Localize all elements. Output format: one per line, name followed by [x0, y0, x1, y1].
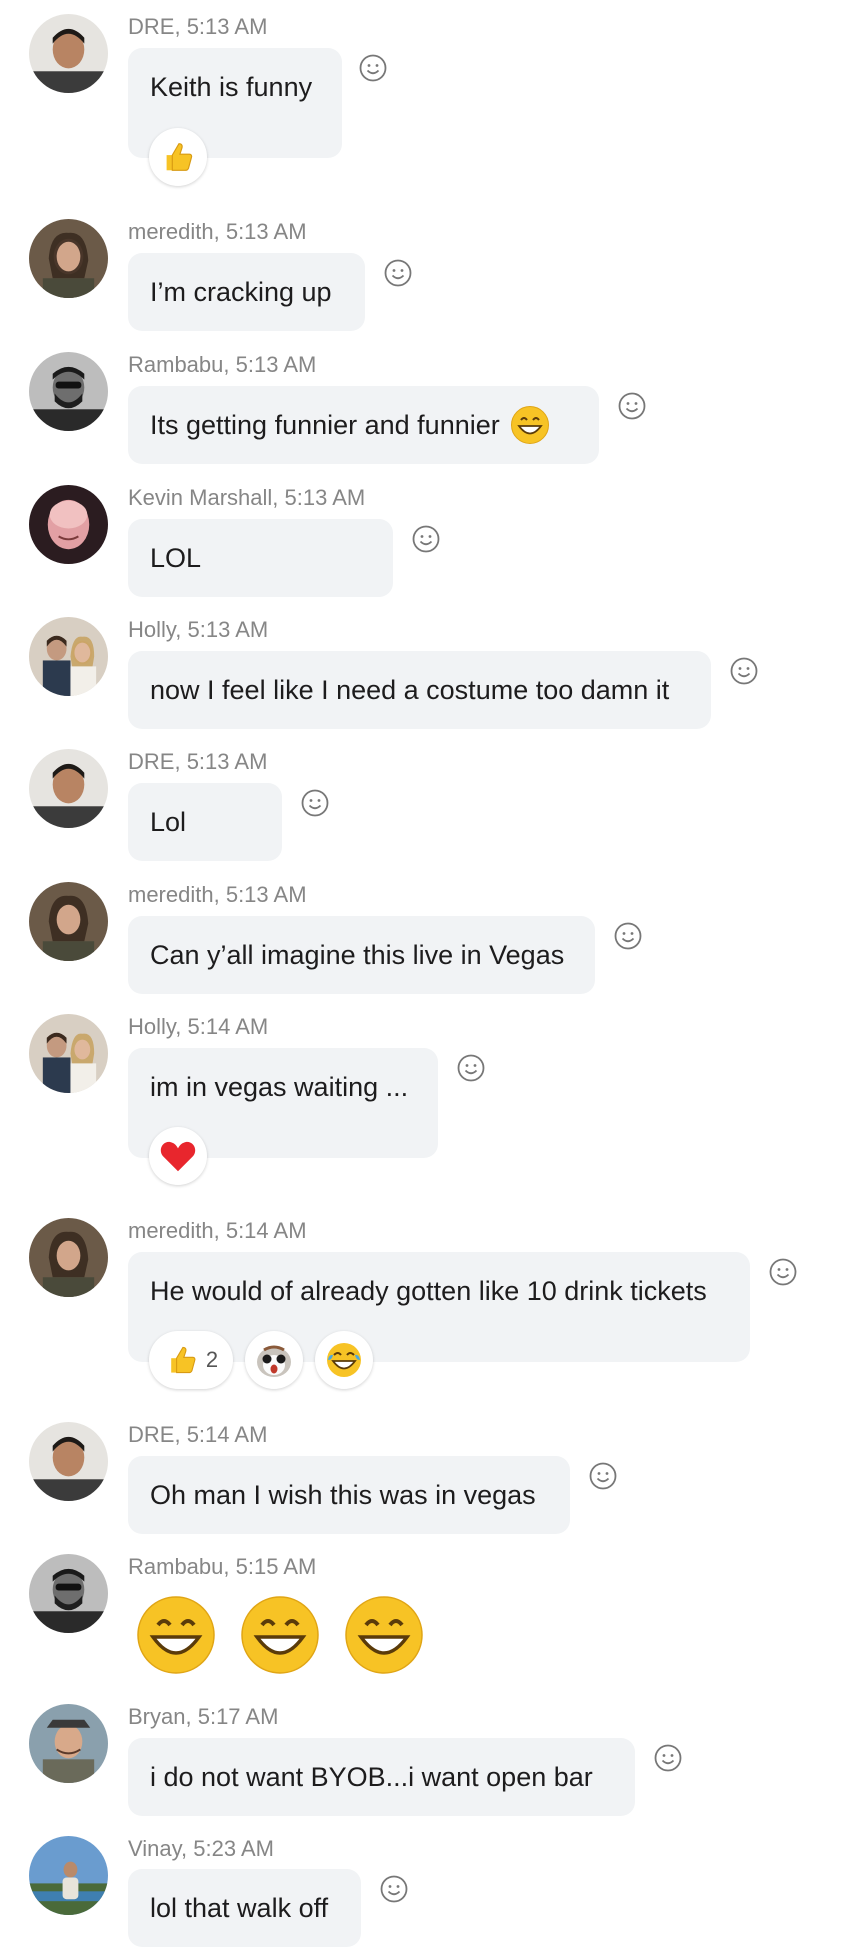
author-name[interactable]: Bryan [128, 1704, 185, 1729]
message-text: now I feel like I need a costume too dam… [150, 674, 670, 705]
timestamp: 5:15 AM [235, 1554, 317, 1579]
avatar[interactable] [29, 14, 108, 93]
porg-icon [257, 1345, 291, 1377]
laughing-tears-icon [327, 1343, 361, 1377]
author-name[interactable]: Vinay [128, 1836, 181, 1861]
author-name[interactable]: Rambabu [128, 1554, 223, 1579]
message-bubble: Can y’all imagine this live in Vegas [128, 916, 595, 994]
smiley-face-icon [412, 525, 440, 553]
grinning-face-icon [137, 1596, 215, 1674]
message-text: He would of already gotten like 10 drink… [150, 1276, 707, 1306]
add-reaction-button[interactable] [300, 788, 330, 818]
reaction-laughing[interactable] [315, 1331, 373, 1389]
avatar[interactable] [29, 1218, 108, 1297]
message-text: im in vegas waiting ... [150, 1072, 409, 1102]
add-reaction-button[interactable] [613, 921, 643, 951]
timestamp: 5:13 AM [225, 219, 307, 244]
reaction-count: 2 [205, 1347, 219, 1372]
message-text: Its getting funnier and funnier [150, 409, 500, 440]
timestamp: 5:13 AM [284, 485, 366, 510]
message-text: Keith is funny [150, 72, 313, 102]
message-bubble: Its getting funnier and funnier [128, 386, 599, 464]
add-reaction-button[interactable] [617, 391, 647, 421]
smiley-face-icon [769, 1258, 797, 1286]
smiley-face-icon [589, 1462, 617, 1490]
add-reaction-button[interactable] [653, 1743, 683, 1773]
add-reaction-button[interactable] [729, 656, 759, 686]
add-reaction-button[interactable] [411, 524, 441, 554]
smiley-face-icon [654, 1744, 682, 1772]
timestamp: 5:14 AM [187, 1014, 269, 1039]
message-bubble: I’m cracking up [128, 253, 365, 331]
message-bubble: now I feel like I need a costume too dam… [128, 651, 711, 729]
avatar[interactable] [29, 1704, 108, 1783]
reaction-heart[interactable] [149, 1127, 207, 1185]
add-reaction-button[interactable] [379, 1874, 409, 1904]
smiley-face-icon [380, 1875, 408, 1903]
author-name[interactable]: DRE [128, 1422, 174, 1447]
timestamp: 5:14 AM [186, 1422, 268, 1447]
heart-icon [160, 1141, 196, 1172]
avatar[interactable] [29, 219, 108, 298]
author-name[interactable]: meredith [128, 882, 214, 907]
message-bubble: Oh man I wish this was in vegas [128, 1456, 570, 1534]
reaction-porg[interactable] [245, 1331, 303, 1389]
message-text: i do not want BYOB...i want open bar [150, 1761, 593, 1792]
avatar[interactable] [29, 1836, 108, 1915]
message-bubble: i do not want BYOB...i want open bar [128, 1738, 635, 1816]
message-text: Can y’all imagine this live in Vegas [150, 939, 565, 970]
avatar[interactable] [29, 1554, 108, 1633]
avatar[interactable] [29, 1422, 108, 1501]
timestamp: 5:17 AM [197, 1704, 279, 1729]
reaction-thumbs-up[interactable]: 2 [149, 1331, 233, 1389]
add-reaction-button[interactable] [456, 1053, 486, 1083]
avatar[interactable] [29, 1014, 108, 1093]
avatar[interactable] [29, 352, 108, 431]
author-name[interactable]: DRE [128, 749, 174, 774]
timestamp: 5:13 AM [186, 749, 268, 774]
thumbs-up-icon [171, 1346, 196, 1374]
timestamp: 5:13 AM [186, 14, 268, 39]
grinning-face-icon [345, 1596, 423, 1674]
smiley-face-icon [614, 922, 642, 950]
avatar[interactable] [29, 485, 108, 564]
grinning-face-icon [241, 1596, 319, 1674]
timestamp: 5:23 AM [193, 1836, 274, 1861]
smiley-face-icon [457, 1054, 485, 1082]
author-name[interactable]: DRE [128, 14, 174, 39]
add-reaction-button[interactable] [768, 1257, 798, 1287]
grinning-face-icon [510, 406, 549, 444]
message-bubble: Lol [128, 783, 282, 861]
avatar[interactable] [29, 749, 108, 828]
message-text: LOL [150, 542, 202, 573]
timestamp: 5:13 AM [225, 882, 307, 907]
timestamp: 5:14 AM [225, 1218, 307, 1243]
thumbs-up-icon [166, 143, 193, 171]
avatar[interactable] [29, 882, 108, 961]
smiley-face-icon [301, 789, 329, 817]
timestamp: 5:13 AM [235, 352, 317, 377]
add-reaction-button[interactable] [588, 1461, 618, 1491]
message-text: lol that walk off [150, 1892, 329, 1923]
avatar[interactable] [29, 617, 108, 696]
smiley-face-icon [384, 259, 412, 287]
message-text: Lol [150, 806, 187, 837]
message-text: Oh man I wish this was in vegas [150, 1479, 536, 1510]
smiley-face-icon [618, 392, 646, 420]
add-reaction-button[interactable] [383, 258, 413, 288]
author-name[interactable]: Holly [128, 1014, 175, 1039]
author-name[interactable]: Holly [128, 617, 175, 642]
smiley-face-icon [730, 657, 758, 685]
smiley-face-icon [359, 54, 387, 82]
add-reaction-button[interactable] [358, 53, 388, 83]
author-name[interactable]: meredith [128, 1218, 214, 1243]
author-name[interactable]: Kevin Marshall [128, 485, 272, 510]
timestamp: 5:13 AM [187, 617, 269, 642]
reaction-thumbs-up[interactable] [149, 128, 207, 186]
author-name[interactable]: meredith [128, 219, 214, 244]
author-name[interactable]: Rambabu [128, 352, 223, 377]
message-text: I’m cracking up [150, 276, 332, 307]
message-bubble: lol that walk off [128, 1869, 361, 1947]
message-bubble: LOL [128, 519, 393, 597]
